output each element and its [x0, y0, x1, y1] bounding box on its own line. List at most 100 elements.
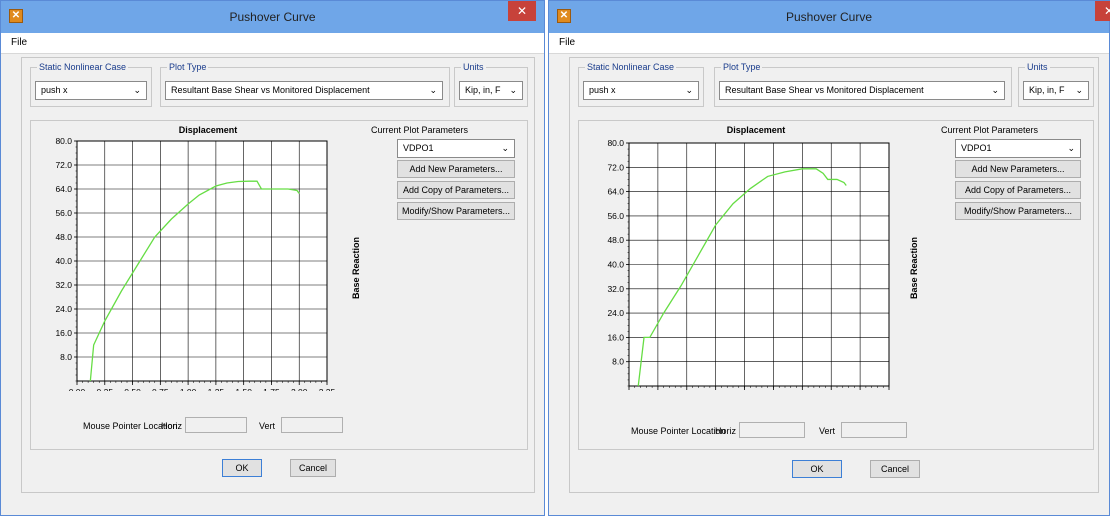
plot-type-label: Plot Type: [721, 62, 763, 72]
x-tick-label: 0.25: [97, 387, 114, 391]
dialog-content: Static Nonlinear Case push x ⌄ Plot Type …: [569, 57, 1099, 493]
y-tick-label: 64.0: [607, 187, 624, 197]
horiz-field[interactable]: [185, 417, 247, 433]
cancel-button[interactable]: Cancel: [870, 460, 920, 478]
chevron-down-icon: ⌄: [429, 85, 437, 95]
y-tick-label: 48.0: [55, 232, 72, 242]
x-tick-label: 2.00: [291, 387, 308, 391]
params-select[interactable]: VDPO1 ⌄: [955, 139, 1081, 158]
y-tick-label: 72.0: [607, 162, 624, 172]
y-tick-label: 16.0: [607, 332, 624, 342]
case-select[interactable]: push x ⌄: [35, 81, 147, 100]
horiz-field[interactable]: [739, 422, 805, 438]
x-tick-label: 1.25: [208, 387, 225, 391]
plot-type-value: Resultant Base Shear vs Monitored Displa…: [725, 85, 924, 95]
horiz-label: Horiz: [715, 426, 737, 436]
case-group: Static Nonlinear Case push x ⌄: [578, 62, 704, 107]
mouse-pointer-label: Mouse Pointer Location: [631, 426, 726, 436]
chart-title: Displacement: [726, 125, 786, 135]
chevron-down-icon: ⌄: [509, 85, 517, 95]
y-tick-label: 32.0: [55, 280, 72, 290]
vert-field[interactable]: [841, 422, 907, 438]
units-value: Kip, in, F: [1029, 85, 1065, 95]
chevron-down-icon: ⌄: [1075, 85, 1083, 95]
y-tick-label: 16.0: [55, 328, 72, 338]
params-label: Current Plot Parameters: [941, 125, 1039, 135]
ok-button[interactable]: OK: [222, 459, 262, 477]
screen: { "windows": [ { "title": "Pushover Curv…: [0, 0, 1110, 516]
plot-panel: 8.016.024.032.040.048.056.064.072.080.00…: [578, 120, 1094, 450]
y-tick-label: 8.0: [612, 357, 624, 367]
add-copy-parameters-button[interactable]: Add Copy of Parameters...: [955, 181, 1081, 199]
case-select[interactable]: push x ⌄: [583, 81, 699, 100]
params-value: VDPO1: [961, 143, 992, 153]
case-value: push x: [589, 85, 616, 95]
units-value: Kip, in, F: [465, 85, 501, 95]
chevron-down-icon: ⌄: [991, 85, 999, 95]
case-group: Static Nonlinear Case push x ⌄: [30, 62, 152, 107]
plot-type-select[interactable]: Resultant Base Shear vs Monitored Displa…: [165, 81, 443, 100]
x-tick-label: 1.00: [180, 387, 197, 391]
pushover-window-left: ✕ Pushover Curve ✕ File Static Nonlinear…: [0, 0, 545, 516]
vert-label: Vert: [819, 426, 836, 436]
params-value: VDPO1: [403, 143, 434, 153]
cancel-button[interactable]: Cancel: [290, 459, 336, 477]
vert-field[interactable]: [281, 417, 343, 433]
y-tick-label: 56.0: [607, 211, 624, 221]
x-tick-label: 0.50: [124, 387, 141, 391]
y-tick-label: 8.0: [60, 352, 72, 362]
close-button[interactable]: ✕: [508, 1, 536, 21]
chevron-down-icon: ⌄: [685, 85, 693, 95]
params-select[interactable]: VDPO1 ⌄: [397, 139, 515, 158]
x-tick-label: 0.00: [69, 387, 86, 391]
units-select[interactable]: Kip, in, F ⌄: [1023, 81, 1089, 100]
plot-panel: 8.016.024.032.040.048.056.064.072.080.00…: [30, 120, 528, 450]
y-tick-label: 72.0: [55, 160, 72, 170]
units-label: Units: [461, 62, 486, 72]
close-button[interactable]: ✕: [1095, 1, 1110, 21]
modify-parameters-button[interactable]: Modify/Show Parameters...: [397, 202, 515, 220]
vert-label: Vert: [259, 421, 276, 431]
y-tick-label: 48.0: [607, 235, 624, 245]
plot-type-select[interactable]: Resultant Base Shear vs Monitored Displa…: [719, 81, 1005, 100]
y-tick-label: 80.0: [55, 136, 72, 146]
x-tick-label: 1.75: [263, 387, 280, 391]
add-copy-parameters-button[interactable]: Add Copy of Parameters...: [397, 181, 515, 199]
pushover-chart[interactable]: 8.016.024.032.040.048.056.064.072.080.00…: [579, 121, 919, 391]
plot-type-group: Plot Type Resultant Base Shear vs Monito…: [714, 62, 1012, 107]
window-title: Pushover Curve: [785, 10, 873, 24]
add-new-parameters-button[interactable]: Add New Parameters...: [955, 160, 1081, 178]
menu-bar: File: [1, 33, 544, 54]
menu-file[interactable]: File: [11, 37, 27, 48]
plot-type-value: Resultant Base Shear vs Monitored Displa…: [171, 85, 370, 95]
chart-ylabel: Base Reaction: [909, 236, 919, 299]
y-tick-label: 24.0: [607, 308, 624, 318]
plot-type-label: Plot Type: [167, 62, 209, 72]
modify-parameters-button[interactable]: Modify/Show Parameters...: [955, 202, 1081, 220]
window-title: Pushover Curve: [229, 10, 316, 24]
pushover-chart[interactable]: 8.016.024.032.040.048.056.064.072.080.00…: [31, 121, 371, 391]
x-tick-label: 2.25: [319, 387, 336, 391]
units-group: Units Kip, in, F ⌄: [1018, 62, 1094, 107]
ok-button[interactable]: OK: [792, 460, 842, 478]
y-tick-label: 40.0: [607, 260, 624, 270]
x-tick-label: 0.75: [152, 387, 169, 391]
chevron-down-icon: ⌄: [501, 143, 509, 153]
case-label: Static Nonlinear Case: [37, 62, 129, 72]
plot-type-group: Plot Type Resultant Base Shear vs Monito…: [160, 62, 450, 107]
x-tick-label: 1.50: [235, 387, 252, 391]
dialog-content: Static Nonlinear Case push x ⌄ Plot Type …: [21, 57, 535, 493]
params-label: Current Plot Parameters: [371, 125, 469, 135]
chevron-down-icon: ⌄: [133, 85, 141, 95]
units-select[interactable]: Kip, in, F ⌄: [459, 81, 523, 100]
title-bar[interactable]: ✕ Pushover Curve ✕: [1, 1, 544, 33]
units-label: Units: [1025, 62, 1050, 72]
chevron-down-icon: ⌄: [1067, 143, 1075, 153]
add-new-parameters-button[interactable]: Add New Parameters...: [397, 160, 515, 178]
y-tick-label: 32.0: [607, 284, 624, 294]
menu-bar: File: [549, 33, 1109, 54]
case-label: Static Nonlinear Case: [585, 62, 677, 72]
title-bar[interactable]: ✕ Pushover Curve ✕: [549, 1, 1110, 33]
menu-file[interactable]: File: [559, 37, 575, 48]
chart-ylabel: Base Reaction: [351, 236, 361, 299]
